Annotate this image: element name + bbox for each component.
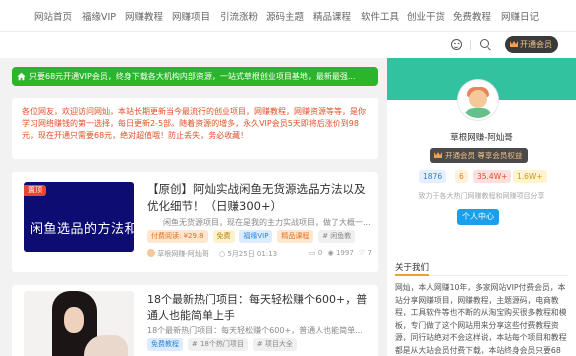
- post-stats: ▭ 0 ◉ 1997 ♡ 7: [309, 249, 372, 257]
- avatar-face: [469, 90, 487, 108]
- view-count: 1997: [335, 249, 354, 257]
- author-avatar: [147, 249, 155, 257]
- comment-icon: ▭: [309, 249, 316, 257]
- notice-bar[interactable]: 只要68元开通VIP会员，终身下载各大机构内部资源，一站式草根创业项目基地，最新…: [12, 67, 378, 86]
- nav-item-vip[interactable]: 福缘VIP: [82, 9, 116, 23]
- user-face-icon[interactable]: [451, 39, 462, 50]
- nav-item-tutorials[interactable]: 网赚教程: [125, 9, 163, 23]
- stat-likes: 1.6W+: [513, 170, 547, 183]
- post-meta: 草根网赚-阿灿哥 ○ 5月25日 01:13 ▭ 0 ◉ 1997 ♡ 7: [147, 249, 372, 259]
- avatar-body: [464, 108, 492, 118]
- clock-icon: ○: [219, 250, 226, 258]
- tag-vip[interactable]: 福缘VIP: [239, 230, 273, 243]
- about-text: 网灿，本人网赚10年，多家网站VIP付费会员，本站分享网赚项目，网赚教程，主题源…: [395, 283, 567, 355]
- tag-paid-read[interactable]: 付费阅读: ¥29.8: [147, 230, 208, 243]
- pinned-badge: 置顶: [24, 185, 46, 196]
- nav-item-traffic[interactable]: 引流涨粉: [220, 9, 258, 23]
- vip-benefits-button[interactable]: 开通会员 尊享会员权益: [430, 148, 528, 163]
- thumbnail-caption: 闲鱼选品的方法和技巧: [30, 222, 134, 237]
- post-title[interactable]: 【原创】阿灿实战闲鱼无货源选品方法以及优化细节！（日赚300+）: [147, 181, 370, 215]
- post-thumbnail[interactable]: 置顶 闲鱼选品的方法和技巧: [24, 182, 134, 252]
- announcement-text: 各位网友，欢迎访问网灿，本站长期更新当今最流行的创业项目，网赚教程，网赚资源等等…: [22, 107, 366, 141]
- tag-premium[interactable]: 精品课程: [277, 230, 314, 243]
- tag-hot-projects[interactable]: # 18个热门项目: [187, 338, 248, 351]
- stat-views: 35.4W+: [473, 170, 512, 183]
- like-count: 7: [367, 249, 372, 257]
- post-card[interactable]: 18个最新热门项目：每天轻松赚个600+，普通人也能简单上手 18个最新热门项目…: [12, 285, 378, 356]
- tag-free[interactable]: 免费: [212, 230, 235, 243]
- nav-item-courses[interactable]: 精品课程: [313, 9, 351, 23]
- eye-icon: ◉: [327, 249, 334, 257]
- notice-text: 只要68元开通VIP会员，终身下载各大机构内部资源，一站式草根创业项目基地，最新…: [29, 72, 356, 81]
- user-center-button[interactable]: 个人中心: [457, 209, 499, 225]
- top-nav: 网站首页 福缘VIP 网赚教程 网赚项目 引流涨粉 源码主题 精品课程 软件工具…: [0, 0, 576, 32]
- avatar[interactable]: [458, 80, 498, 120]
- post-date: 5月25日 01:13: [227, 250, 278, 258]
- post-thumbnail[interactable]: [24, 291, 134, 356]
- nav-item-free[interactable]: 免费教程: [453, 9, 491, 23]
- nav-item-home[interactable]: 网站首页: [34, 9, 72, 23]
- nav-item-source[interactable]: 源码主题: [266, 9, 304, 23]
- like-icon: ♡: [359, 249, 366, 257]
- crown-icon: [434, 152, 442, 158]
- post-author[interactable]: 草根网赚-阿灿哥: [157, 249, 209, 259]
- post-card[interactable]: 置顶 闲鱼选品的方法和技巧 【原创】阿灿实战闲鱼无货源选品方法以及优化细节！（日…: [12, 172, 378, 272]
- vip-button[interactable]: 开通会员: [505, 36, 558, 53]
- vip-button-label: 开通会员: [520, 40, 552, 49]
- author-name[interactable]: 草根网赚-阿灿哥: [387, 131, 576, 143]
- home-icon: [17, 72, 26, 81]
- header-toolbar: 开通会员: [0, 32, 576, 58]
- nav-item-tools[interactable]: 软件工具: [361, 9, 399, 23]
- post-tags: 免费教程 # 18个热门项目 # 项目大全: [147, 338, 299, 351]
- author-description: 致力于各大热门网赚教程和网赚项目分享: [418, 192, 545, 200]
- nav-item-diary[interactable]: 网赚日记: [501, 9, 539, 23]
- title-underline: [395, 274, 429, 276]
- about-panel: 关于我们 网灿，本人网赚10年，多家网站VIP付费会员，本站分享网赚项目，网赚教…: [387, 253, 576, 356]
- stat-posts: 1876: [419, 170, 447, 183]
- crown-icon: [510, 41, 518, 47]
- nav-item-startup[interactable]: 创业干货: [407, 9, 445, 23]
- tag-free-tutorial[interactable]: 免费教程: [147, 338, 183, 351]
- portrait-face: [64, 307, 84, 333]
- tag-xianyu[interactable]: # 闲鱼教: [318, 230, 356, 243]
- search-icon[interactable]: [480, 39, 489, 48]
- vip-benefits-label: 开通会员 尊享会员权益: [445, 151, 523, 160]
- post-excerpt: 闲鱼无货源项目，现在是我的主力实战项目，做了大概一...: [163, 218, 371, 227]
- about-title: 关于我们: [395, 263, 430, 273]
- nav-item-projects[interactable]: 网赚项目: [172, 9, 210, 23]
- post-excerpt: 18个最新热门项目：每天轻松赚个600+，普通人也能简单...: [147, 326, 363, 335]
- comment-count: 0: [317, 249, 323, 257]
- post-title[interactable]: 18个最新热门项目：每天轻松赚个600+，普通人也能简单上手: [147, 292, 370, 323]
- post-tags: 付费阅读: ¥29.8 免费 福缘VIP 精品课程 # 闲鱼教: [147, 230, 357, 243]
- divider: [470, 40, 471, 50]
- announcement-box: 各位网友，欢迎访问网灿，本站长期更新当今最流行的创业项目，网赚教程，网赚资源等等…: [12, 98, 378, 159]
- tag-project-list[interactable]: # 项目大全: [252, 338, 297, 351]
- stat-comments: 6: [455, 170, 468, 183]
